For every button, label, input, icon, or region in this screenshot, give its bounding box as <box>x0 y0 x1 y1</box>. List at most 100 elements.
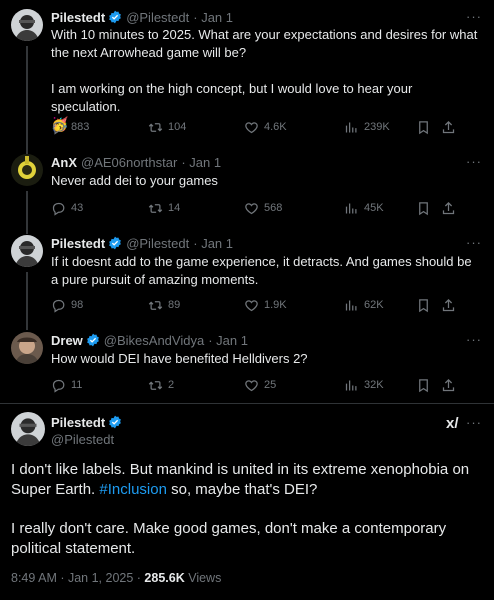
repost-button[interactable]: 89 <box>148 297 180 313</box>
repost-count: 89 <box>168 299 181 311</box>
repost-count: 104 <box>168 121 187 133</box>
reply-count: 98 <box>71 299 84 311</box>
tweet-actions: 98 89 1.9K 62K <box>51 297 482 313</box>
views-label: Views <box>184 571 222 585</box>
views-button[interactable]: 32K <box>344 377 384 393</box>
like-count: 4.6K <box>264 121 287 133</box>
timestamp[interactable]: 8:49 AM · Jan 1, 2025 · <box>11 571 144 585</box>
views-button[interactable]: 62K <box>344 297 384 313</box>
like-count: 1.9K <box>264 299 287 311</box>
tweet-4[interactable]: Drew @BikesAndVidya · Jan 1 ··· How woul… <box>0 332 494 402</box>
like-count: 25 <box>264 379 277 391</box>
author-handle[interactable]: @AE06northstar <box>81 155 177 170</box>
repost-count: 2 <box>168 379 175 391</box>
views-button[interactable]: 45K <box>344 200 384 216</box>
grok-icon[interactable]: x/ <box>446 415 459 432</box>
tweet-text: With 10 minutes to 2025. What are your e… <box>51 26 480 132</box>
repost-icon <box>148 378 163 393</box>
views-icon <box>344 201 359 216</box>
author-handle[interactable]: @Pilestedt <box>126 236 189 251</box>
verified-icon <box>108 415 122 429</box>
more-icon[interactable]: ··· <box>466 332 482 347</box>
repost-button[interactable]: 104 <box>148 119 186 135</box>
bookmark-button[interactable] <box>416 200 436 216</box>
tweet-header: Pilestedt @Pilestedt · Jan 1 <box>51 9 233 25</box>
avatar[interactable] <box>11 235 43 267</box>
avatar[interactable] <box>11 154 43 186</box>
author-name[interactable]: Pilestedt <box>51 236 105 251</box>
views-total: 285.6K <box>144 571 185 585</box>
reply-icon <box>51 378 66 393</box>
reply-icon <box>51 120 66 135</box>
tweet-1[interactable]: Pilestedt @Pilestedt · Jan 1 ··· With 10… <box>0 9 494 154</box>
author-handle[interactable]: @BikesAndVidya <box>104 333 204 348</box>
views-icon <box>344 378 359 393</box>
tweet-time[interactable]: · Jan 1 <box>193 236 233 251</box>
tweet-time[interactable]: · Jan 1 <box>208 333 248 348</box>
verified-icon <box>86 333 100 347</box>
share-button[interactable] <box>441 200 461 216</box>
more-icon[interactable]: ··· <box>466 154 482 169</box>
reply-button[interactable]: 883 <box>51 119 89 135</box>
tweet-time[interactable]: · Jan 1 <box>193 10 233 25</box>
repost-icon <box>148 120 163 135</box>
bookmark-button[interactable] <box>416 297 436 313</box>
reply-button[interactable]: 43 <box>51 200 83 216</box>
more-icon[interactable]: ··· <box>466 415 482 430</box>
like-button[interactable]: 1.9K <box>244 297 287 313</box>
tweet-actions: 883 104 4.6K 239K <box>51 119 482 135</box>
thread-line <box>26 46 28 154</box>
tweet-actions: 11 2 25 32K <box>51 377 482 393</box>
reply-count: 43 <box>71 202 84 214</box>
bookmark-icon <box>416 120 431 135</box>
tweet-text-line-1: With 10 minutes to 2025. What are your e… <box>51 27 478 60</box>
like-count: 568 <box>264 202 283 214</box>
tweet-time[interactable]: · Jan 1 <box>181 155 221 170</box>
share-button[interactable] <box>441 119 461 135</box>
like-button[interactable]: 25 <box>244 377 276 393</box>
avatar[interactable] <box>11 332 43 364</box>
tweet-header: Pilestedt @Pilestedt · Jan 1 <box>51 235 233 251</box>
like-icon <box>244 201 259 216</box>
views-icon <box>344 120 359 135</box>
repost-button[interactable]: 14 <box>148 200 180 216</box>
reply-count: 883 <box>71 121 90 133</box>
bookmark-button[interactable] <box>416 377 436 393</box>
author-name[interactable]: AnX <box>51 155 77 170</box>
bookmark-button[interactable] <box>416 119 436 135</box>
tweet-2[interactable]: AnX @AE06northstar · Jan 1 ··· Never add… <box>0 154 494 234</box>
tweet-text-2: I really don't care. Make good games, do… <box>11 520 447 557</box>
author-handle[interactable]: @Pilestedt <box>126 10 189 25</box>
like-button[interactable]: 568 <box>244 200 282 216</box>
avatar[interactable] <box>11 9 43 41</box>
views-count: 62K <box>364 299 384 311</box>
reply-button[interactable]: 98 <box>51 297 83 313</box>
tweet-text-line-2: I am working on the high concept, but I … <box>51 81 413 114</box>
verified-icon <box>108 236 122 250</box>
more-icon[interactable]: ··· <box>466 235 482 250</box>
repost-button[interactable]: 2 <box>148 377 174 393</box>
author-name[interactable]: Drew <box>51 333 83 348</box>
tweet-footer: 8:49 AM · Jan 1, 2025 · 285.6K Views <box>11 571 221 585</box>
share-button[interactable] <box>441 297 461 313</box>
share-button[interactable] <box>441 377 461 393</box>
tweet-text: How would DEI have benefited Helldivers … <box>51 351 308 366</box>
tweet-text: I don't like labels. But mankind is unit… <box>11 460 482 500</box>
thread-line <box>26 272 28 330</box>
views-button[interactable]: 239K <box>344 119 390 135</box>
avatar[interactable] <box>11 412 45 446</box>
author-handle[interactable]: @Pilestedt <box>51 432 114 447</box>
views-count: 45K <box>364 202 384 214</box>
author-name[interactable]: Pilestedt <box>51 415 105 430</box>
reply-button[interactable]: 11 <box>51 377 82 393</box>
like-button[interactable]: 4.6K <box>244 119 287 135</box>
author-name[interactable]: Pilestedt <box>51 10 105 25</box>
tweet-3[interactable]: Pilestedt @Pilestedt · Jan 1 ··· If it d… <box>0 235 494 330</box>
bookmark-icon <box>416 201 431 216</box>
hashtag-link[interactable]: #Inclusion <box>99 481 167 498</box>
text-part-2: so, maybe that's DEI? <box>166 481 318 498</box>
repost-icon <box>148 298 163 313</box>
more-icon[interactable]: ··· <box>466 9 482 24</box>
share-icon <box>441 378 456 393</box>
repost-count: 14 <box>168 202 181 214</box>
